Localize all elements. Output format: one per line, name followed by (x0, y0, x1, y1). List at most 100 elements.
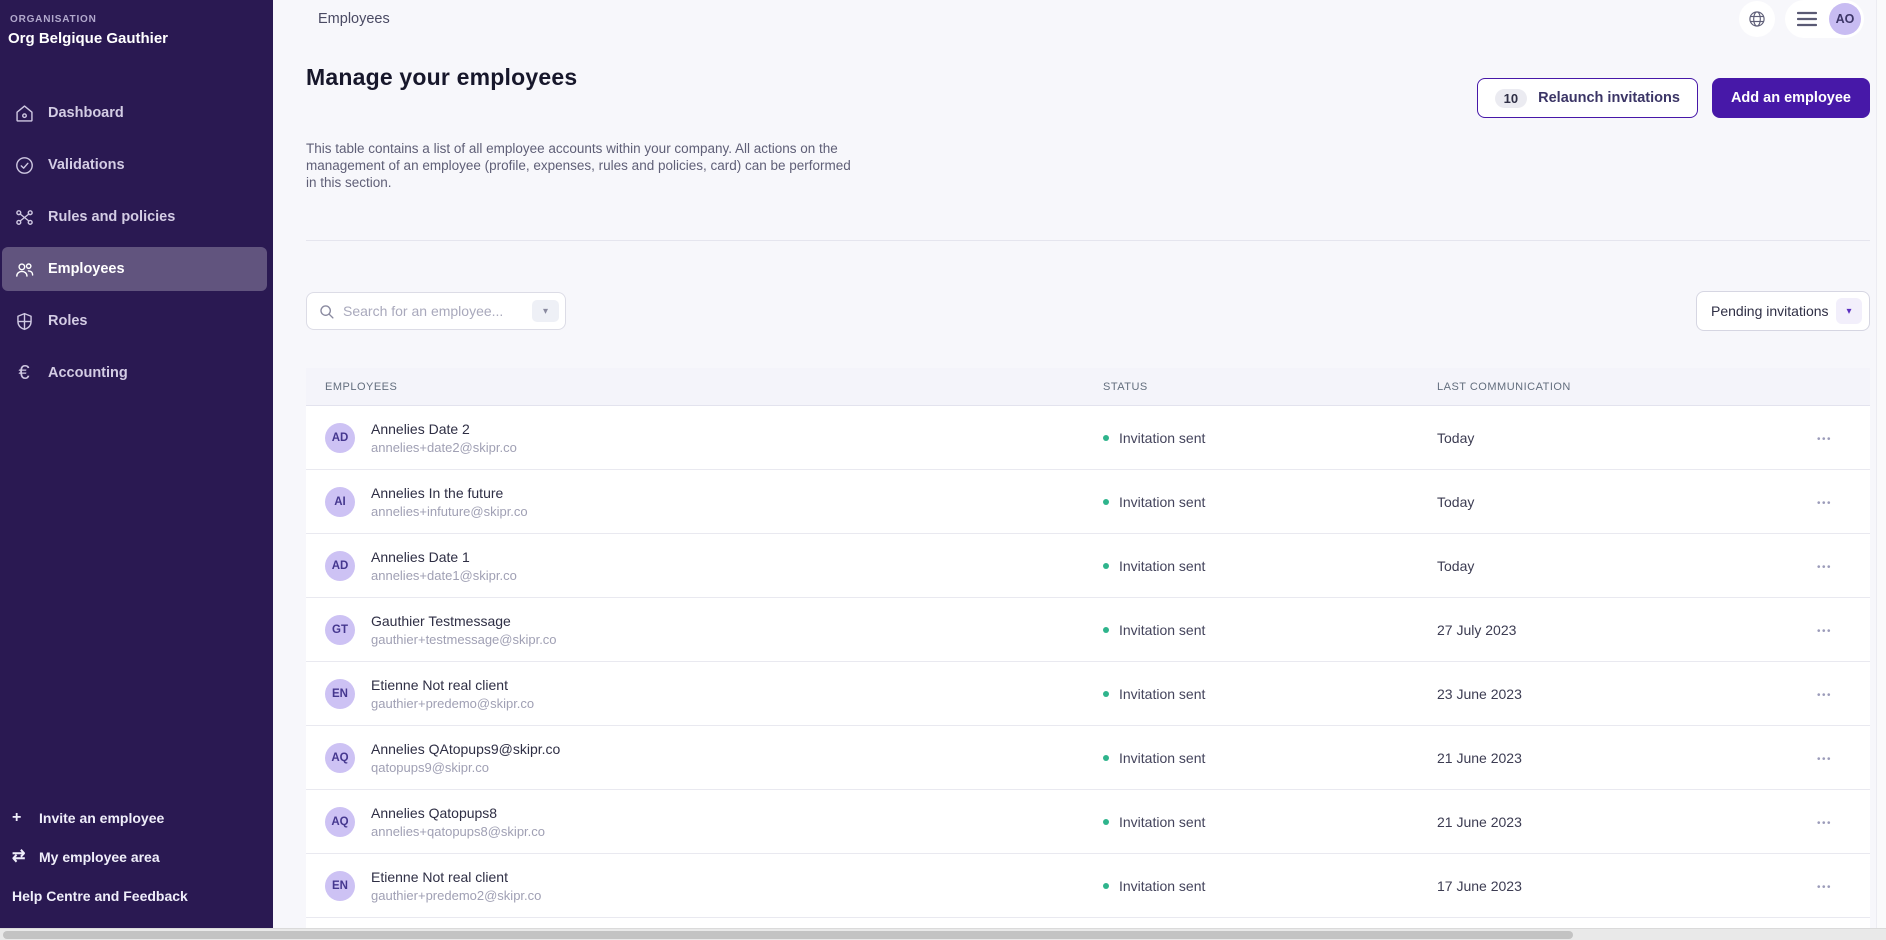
section-description: This table contains a list of all employ… (306, 140, 854, 191)
status-text: Invitation sent (1119, 686, 1205, 702)
sidebar-item-label: Accounting (48, 365, 128, 381)
table-header: EMPLOYEES STATUS LAST COMMUNICATION (306, 368, 1870, 406)
row-menu-icon[interactable]: ••• (1817, 818, 1832, 829)
account-menu: AO (1785, 0, 1864, 38)
Annelies Qatopups8[interactable]: AQ Annelies Qatopups8 annelies+qatopups8… (306, 790, 1870, 854)
employee-email: annelies+date1@skipr.co (371, 568, 517, 583)
menu-icon[interactable] (1797, 11, 1817, 27)
sidebar-item-invite-an-employee[interactable]: + Invite an employee (12, 810, 263, 826)
row-menu-icon[interactable]: ••• (1817, 690, 1832, 701)
home-icon (12, 101, 36, 125)
status-dot (1103, 691, 1109, 697)
sidebar-nav: Dashboard Validations Rules and policies… (0, 91, 273, 395)
employee-email: annelies+infuture@skipr.co (371, 504, 528, 519)
sidebar-item-label: Employees (48, 261, 125, 277)
invitation-filter-select[interactable]: Pending invitations ▾ (1696, 291, 1870, 331)
employee-name: Gauthier Testmessage (371, 613, 557, 629)
last-communication: Today (1437, 558, 1786, 574)
last-communication: 17 June 2023 (1437, 878, 1786, 894)
column-header-last-communication: LAST COMMUNICATION (1437, 381, 1786, 393)
status-text: Invitation sent (1119, 494, 1205, 510)
row-menu-icon[interactable]: ••• (1817, 626, 1832, 637)
plus-icon: + (12, 810, 30, 826)
column-header-status: STATUS (1103, 381, 1437, 393)
shield-icon (12, 309, 36, 333)
user-avatar[interactable]: AO (1829, 3, 1861, 35)
column-header-employees: EMPLOYEES (306, 381, 1103, 393)
sidebar-item-my-employee-area[interactable]: ⇄ My employee area (12, 849, 263, 865)
horizontal-scrollbar-thumb[interactable] (3, 931, 1573, 939)
table-body: AD Annelies Date 2 annelies+date2@skipr.… (306, 406, 1870, 940)
employee-email: annelies+qatopups8@skipr.co (371, 824, 545, 839)
add-employee-button[interactable]: Add an employee (1712, 78, 1870, 118)
divider (306, 240, 1870, 241)
avatar: AQ (325, 743, 355, 773)
Etienne Not real client[interactable]: EN Etienne Not real client gauthier+pred… (306, 854, 1870, 918)
Annelies In the future[interactable]: AI Annelies In the future annelies+infut… (306, 470, 1870, 534)
search-options-button[interactable]: ▾ (532, 300, 559, 322)
sidebar-item-rules-and-policies[interactable]: Rules and policies (2, 195, 267, 239)
last-communication: Today (1437, 494, 1786, 510)
row-menu-icon[interactable]: ••• (1817, 882, 1832, 893)
page-title: Employees (318, 11, 390, 27)
organisation-name: Org Belgique Gauthier (8, 30, 273, 47)
last-communication: 21 June 2023 (1437, 814, 1786, 830)
topbar: Employees (273, 0, 1886, 38)
row-menu-icon[interactable]: ••• (1817, 562, 1832, 573)
last-communication: 23 June 2023 (1437, 686, 1786, 702)
sidebar-item-accounting[interactable]: € Accounting (2, 351, 267, 395)
people-icon (12, 257, 36, 281)
sidebar-item-validations[interactable]: Validations (2, 143, 267, 187)
sidebar-item-dashboard[interactable]: Dashboard (2, 91, 267, 135)
language-button[interactable] (1739, 1, 1775, 37)
status-dot (1103, 627, 1109, 633)
row-menu-icon[interactable]: ••• (1817, 754, 1832, 765)
main-area: Employees (273, 0, 1886, 940)
employee-email: gauthier+predemo2@skipr.co (371, 888, 541, 903)
check-circle-icon (12, 153, 36, 177)
Annelies QAtopups9@skipr.co[interactable]: AQ Annelies QAtopups9@skipr.co qatopups9… (306, 726, 1870, 790)
Gauthier Testmessage[interactable]: GT Gauthier Testmessage gauthier+testmes… (306, 598, 1870, 662)
status-dot (1103, 883, 1109, 889)
Annelies Date 2[interactable]: AD Annelies Date 2 annelies+date2@skipr.… (306, 406, 1870, 470)
relaunch-count-badge: 10 (1495, 89, 1527, 108)
status-text: Invitation sent (1119, 558, 1205, 574)
sidebar-item-label: Validations (48, 157, 125, 173)
filter-caret-box: ▾ (1836, 298, 1862, 324)
euro-icon: € (12, 361, 36, 385)
employee-name: Annelies QAtopups9@skipr.co (371, 741, 560, 757)
relaunch-invitations-button[interactable]: 10 Relaunch invitations (1477, 78, 1698, 118)
search-icon (318, 303, 335, 320)
Etienne Not real client[interactable]: EN Etienne Not real client gauthier+pred… (306, 662, 1870, 726)
employee-name: Annelies Date 2 (371, 421, 517, 437)
Annelies Date 1[interactable]: AD Annelies Date 1 annelies+date1@skipr.… (306, 534, 1870, 598)
status-dot (1103, 819, 1109, 825)
last-communication: Today (1437, 430, 1786, 446)
network-icon (12, 205, 36, 229)
horizontal-scrollbar[interactable] (0, 928, 1886, 940)
search-input[interactable] (343, 303, 532, 319)
sidebar-item-help-centre[interactable]: Help Centre and Feedback (12, 888, 263, 904)
employee-email: gauthier+testmessage@skipr.co (371, 632, 557, 647)
employee-email: annelies+date2@skipr.co (371, 440, 517, 455)
vertical-scrollbar[interactable] (1876, 0, 1886, 928)
sidebar-footer-label: My employee area (39, 849, 160, 865)
swap-icon: ⇄ (12, 849, 30, 865)
sidebar-footer: + Invite an employee ⇄ My employee area … (12, 810, 263, 904)
sidebar-item-roles[interactable]: Roles (2, 299, 267, 343)
employee-name: Annelies In the future (371, 485, 528, 501)
sidebar-footer-label: Invite an employee (39, 810, 164, 826)
status-text: Invitation sent (1119, 622, 1205, 638)
avatar: GT (325, 615, 355, 645)
employee-name: Etienne Not real client (371, 677, 534, 693)
chevron-down-icon: ▾ (1846, 306, 1851, 317)
avatar: AQ (325, 807, 355, 837)
relaunch-label: Relaunch invitations (1538, 90, 1680, 106)
row-menu-icon[interactable]: ••• (1817, 434, 1832, 445)
employee-name: Annelies Qatopups8 (371, 805, 545, 821)
sidebar: ORGANISATION Org Belgique Gauthier Dashb… (0, 0, 273, 940)
row-menu-icon[interactable]: ••• (1817, 498, 1832, 509)
employee-email: qatopups9@skipr.co (371, 760, 560, 775)
sidebar-item-employees[interactable]: Employees (2, 247, 267, 291)
sidebar-footer-label: Help Centre and Feedback (12, 888, 188, 904)
